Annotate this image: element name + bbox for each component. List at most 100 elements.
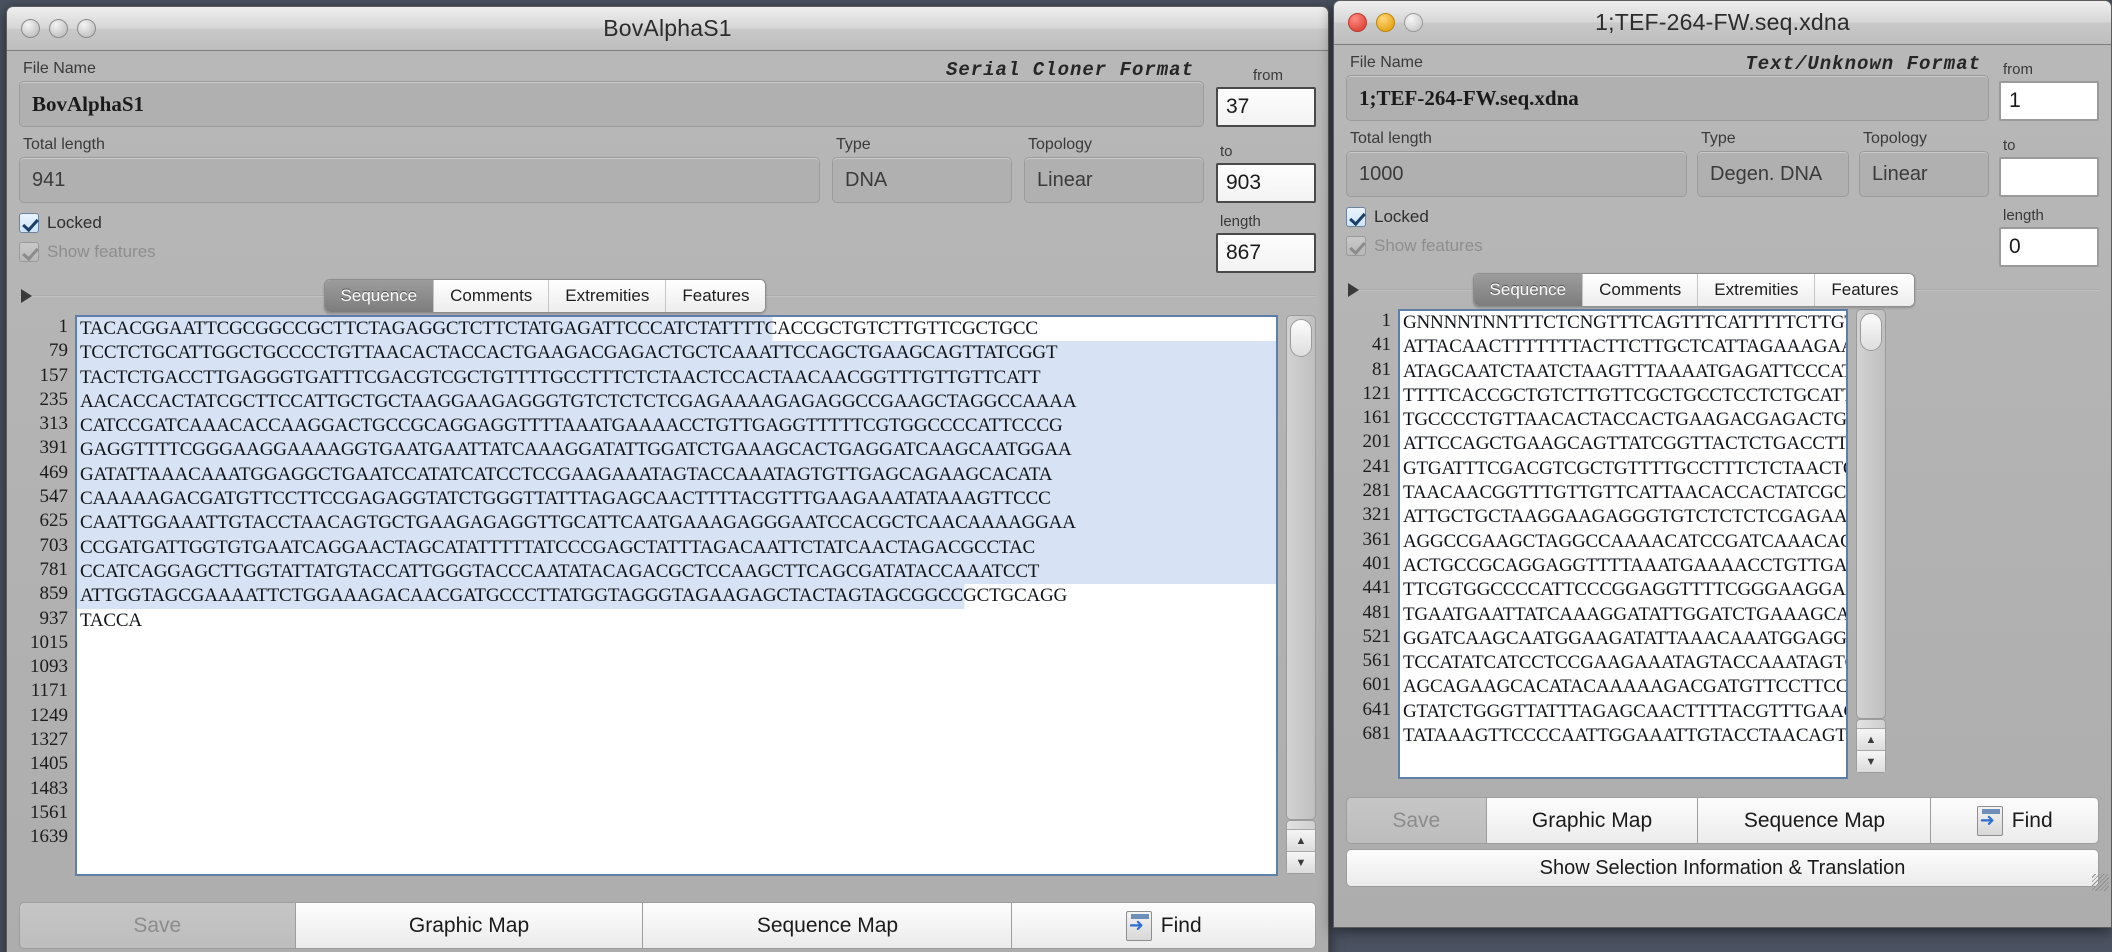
right-sequence-area[interactable]: 1 41 81 121 161 201 241 281 321 361 401 441 481 521 56… <box>1346 309 2099 779</box>
left-topology-field[interactable]: Linear <box>1024 157 1204 203</box>
sequence-line[interactable]: TACCA <box>77 609 1276 633</box>
sequence-line[interactable]: GATATTAAACAAATGGAGGCTGAATCCATATCATCCTCCG… <box>77 462 1276 488</box>
left-to-input[interactable]: 903 <box>1216 163 1316 203</box>
left-sequence-map-button[interactable]: Sequence Map <box>643 902 1013 949</box>
checkbox-checked-icon[interactable] <box>19 213 39 233</box>
left-window-titlebar[interactable]: BovAlphaS1 <box>7 7 1328 51</box>
sequence-line[interactable]: CCGATGATTGGTGTGAATCAGGAACTAGCATATTTTTATC… <box>77 535 1276 560</box>
left-button-row[interactable]: Save Graphic Map Sequence Map Find <box>19 902 1316 949</box>
left-traffic-lights[interactable] <box>21 19 96 38</box>
left-from-input[interactable]: 37 <box>1216 87 1316 127</box>
right-graphic-map-button[interactable]: Graphic Map <box>1486 797 1699 844</box>
disclosure-triangle-icon[interactable] <box>21 289 32 303</box>
right-length-input[interactable]: 0 <box>1999 227 2099 267</box>
right-button-row[interactable]: Save Graphic Map Sequence Map Find <box>1346 797 2099 844</box>
right-topology-field[interactable]: Linear <box>1859 151 1989 197</box>
sequence-line[interactable]: TTTTCACCGCTGTCTTGTTCGCTGCCTCCTCTGCATTGGC <box>1400 384 1846 408</box>
tab-sequence[interactable]: Sequence <box>1473 274 1584 306</box>
left-tabs[interactable]: Sequence Comments Extremities Features <box>323 279 767 313</box>
sequence-line[interactable]: ATTGCTGCTAAGGAAGAGGGTGTCTCTCTCGAGAAAAGAG <box>1400 505 1846 529</box>
right-traffic-lights[interactable] <box>1348 13 1423 32</box>
right-from-input[interactable]: 1 <box>1999 81 2099 121</box>
window-tef-264-fw[interactable]: 1;TEF-264-FW.seq.xdna File Name Text/Unk… <box>1333 0 2112 928</box>
right-window-titlebar[interactable]: 1;TEF-264-FW.seq.xdna <box>1334 1 2111 45</box>
minimize-button-icon[interactable] <box>49 19 68 38</box>
sequence-line[interactable]: TGCCCCTGTTAACACTACCACTGAAGACGAGACTGCTCAA <box>1400 408 1846 432</box>
sequence-line[interactable]: CCATCAGGAGCTTGGTATTATGTACCATTGGGTACCCAAT… <box>77 559 1276 585</box>
left-vertical-scrollbar[interactable]: ▲ ▼ <box>1286 820 1316 874</box>
right-find-button[interactable]: Find <box>1931 797 2099 844</box>
left-sequence-textbox[interactable]: TACACGGAATTCGCGGCCGCTTCTAGAGGCTCTTCTATGA… <box>75 315 1278 876</box>
left-type-field[interactable]: DNA <box>832 157 1012 203</box>
sequence-line[interactable]: TACTCTGACCTTGAGGGTGATTTCGACGTCGCTGTTTTGC… <box>77 365 1276 390</box>
left-locked-checkbox-row[interactable]: Locked <box>19 213 1204 233</box>
close-button-icon[interactable] <box>1348 13 1367 32</box>
right-tabs[interactable]: Sequence Comments Extremities Features <box>1472 273 1916 307</box>
sequence-line[interactable]: AACACCACTATCGCTTCCATTGCTGCTAAGGAAGAGGGTG… <box>77 389 1276 415</box>
resize-grip-icon[interactable] <box>2092 874 2109 891</box>
tab-extremities[interactable]: Extremities <box>1698 274 1816 306</box>
right-tab-strip: Sequence Comments Extremities Features <box>1346 273 2099 307</box>
sequence-line[interactable]: TATAAAGTTCCCCAATTGGAAATTGTACCTAACAGTGCTG <box>1400 724 1846 748</box>
right-total-length-label: Total length <box>1350 130 1432 147</box>
right-vertical-scrollbar[interactable]: ▲ ▼ <box>1856 719 1886 773</box>
pager-thumb[interactable] <box>1290 319 1312 357</box>
sequence-line[interactable]: GAGGTTTTCGGGAAGGAAAAGGTGAATGAATTATCAAAGG… <box>77 438 1276 463</box>
checkbox-checked-disabled-icon <box>1346 236 1366 256</box>
left-graphic-map-button[interactable]: Graphic Map <box>295 902 644 949</box>
right-to-input[interactable] <box>1999 157 2099 197</box>
sequence-line[interactable]: CAAAAAGACGATGTTCCTTCCGAGAGGTATCTGGGTTATT… <box>77 487 1276 512</box>
sequence-line[interactable]: ATTACAACTTTTTTTACTTCTTGCTCATTAGAAAGAAAGC <box>1400 335 1846 359</box>
left-file-name-field[interactable]: BovAlphaS1 <box>19 81 1204 127</box>
sequence-line[interactable]: ATTCCAGCTGAAGCAGTTATCGGTTACTCTGACCTTGAGG <box>1400 432 1846 456</box>
right-locked-checkbox-row[interactable]: Locked <box>1346 207 1989 227</box>
show-selection-information-button[interactable]: Show Selection Information & Translation <box>1346 849 2099 887</box>
sequence-line[interactable]: CAATTGGAAATTGTACCTAACAGTGCTGAAGAGAGGTTGC… <box>77 511 1276 536</box>
left-sequence-pager[interactable] <box>1286 315 1316 820</box>
left-sequence-area[interactable]: 1 79 157 235 313 391 469 547 625 703 781 859 937 1015… <box>19 315 1316 876</box>
sequence-line[interactable]: ATAGCAATCTAATCTAAGTTTAAAATGAGATTCCCATCTA <box>1400 360 1846 384</box>
right-sequence-map-button[interactable]: Sequence Map <box>1698 797 1932 844</box>
tab-features[interactable]: Features <box>666 280 766 312</box>
sequence-line[interactable]: TCCATATCATCCTCCGAAGAAATAGTACCAAATAGTGTTG <box>1400 651 1846 675</box>
left-length-input[interactable]: 867 <box>1216 233 1316 273</box>
tab-sequence[interactable]: Sequence <box>324 280 435 312</box>
scroll-up-arrow-icon[interactable]: ▲ <box>1287 829 1315 851</box>
close-button-icon[interactable] <box>21 19 40 38</box>
disclosure-triangle-icon[interactable] <box>1348 283 1359 297</box>
scroll-down-arrow-icon[interactable]: ▼ <box>1857 750 1885 772</box>
tab-comments[interactable]: Comments <box>1583 274 1699 306</box>
right-file-name-field[interactable]: 1;TEF-264-FW.seq.xdna <box>1346 75 1989 121</box>
checkbox-checked-icon[interactable] <box>1346 207 1366 227</box>
right-sequence-textbox[interactable]: GNNNNTNNTTTCTCNGTTTCAGTTTCATTTTTCTTGTTCT… <box>1398 309 1848 779</box>
sequence-line[interactable]: CATCCGATCAAACACCAAGGACTGCCGCAGGAGGTTTTAA… <box>77 414 1276 439</box>
sequence-line[interactable]: TTCGTGGCCCCATTCCCGGAGGTTTTCGGGAAGGAAAAGG <box>1400 578 1846 602</box>
sequence-line[interactable]: TCCTCTGCATTGGCTGCCCCTGTTAACACTACCACTGAAG… <box>77 341 1276 366</box>
sequence-line-number: 937 <box>39 607 69 629</box>
sequence-line[interactable]: AGGCCGAAGCTAGGCCAAAACATCCGATCAAACACCAAGG <box>1400 530 1846 554</box>
pager-thumb[interactable] <box>1860 313 1882 351</box>
tab-features[interactable]: Features <box>1815 274 1915 306</box>
sequence-line[interactable]: TAACAACGGTTTGTTGTTCATTAACACCACTATCGCTTCC <box>1400 481 1846 505</box>
right-sequence-pager[interactable] <box>1856 309 1886 719</box>
left-find-button[interactable]: Find <box>1012 902 1316 949</box>
zoom-button-icon[interactable] <box>1404 13 1423 32</box>
tab-extremities[interactable]: Extremities <box>549 280 667 312</box>
sequence-line[interactable]: TACACGGAATTCGCGGCCGCTTCTAGAGGCTCTTCTATGA… <box>77 317 1276 342</box>
window-bovalphas1[interactable]: BovAlphaS1 File Name Serial Cloner Forma… <box>6 6 1329 952</box>
sequence-line[interactable]: TGAATGAATTATCAAAGGATATTGGATCTGAAAGCACTGA <box>1400 603 1846 627</box>
tab-comments[interactable]: Comments <box>434 280 550 312</box>
sequence-line[interactable]: GNNNNTNNTTTCTCNGTTTCAGTTTCATTTTTCTTGTTCT <box>1400 311 1846 335</box>
scroll-up-arrow-icon[interactable]: ▲ <box>1857 728 1885 750</box>
scroll-down-arrow-icon[interactable]: ▼ <box>1287 851 1315 873</box>
right-type-field[interactable]: Degen. DNA <box>1697 151 1849 197</box>
sequence-line[interactable]: ACTGCCGCAGGAGGTTTTAAATGAAAACCTGTTGAGGTTT <box>1400 554 1846 578</box>
sequence-line[interactable]: GGATCAAGCAATGGAAGATATTAAACAAATGGAGGCTGAA <box>1400 627 1846 651</box>
sequence-line[interactable]: GTGATTTCGACGTCGCTGTTTTGCCTTTCTCTAACTCCAC <box>1400 457 1846 481</box>
sequence-line-number: 547 <box>39 486 69 508</box>
sequence-line[interactable]: ATTGGTAGCGAAAATTCTGGAAAGACAACGATGCCCTTAT… <box>77 584 1276 609</box>
sequence-line[interactable]: AGCAGAAGCACATACAAAAAGACGATGTTCCTTCCGAGAG <box>1400 675 1846 699</box>
minimize-button-icon[interactable] <box>1376 13 1395 32</box>
sequence-line[interactable]: GTATCTGGGTTATTTAGAGCAACTTTTACGTTTGAAGAAA <box>1400 700 1846 724</box>
zoom-button-icon[interactable] <box>77 19 96 38</box>
